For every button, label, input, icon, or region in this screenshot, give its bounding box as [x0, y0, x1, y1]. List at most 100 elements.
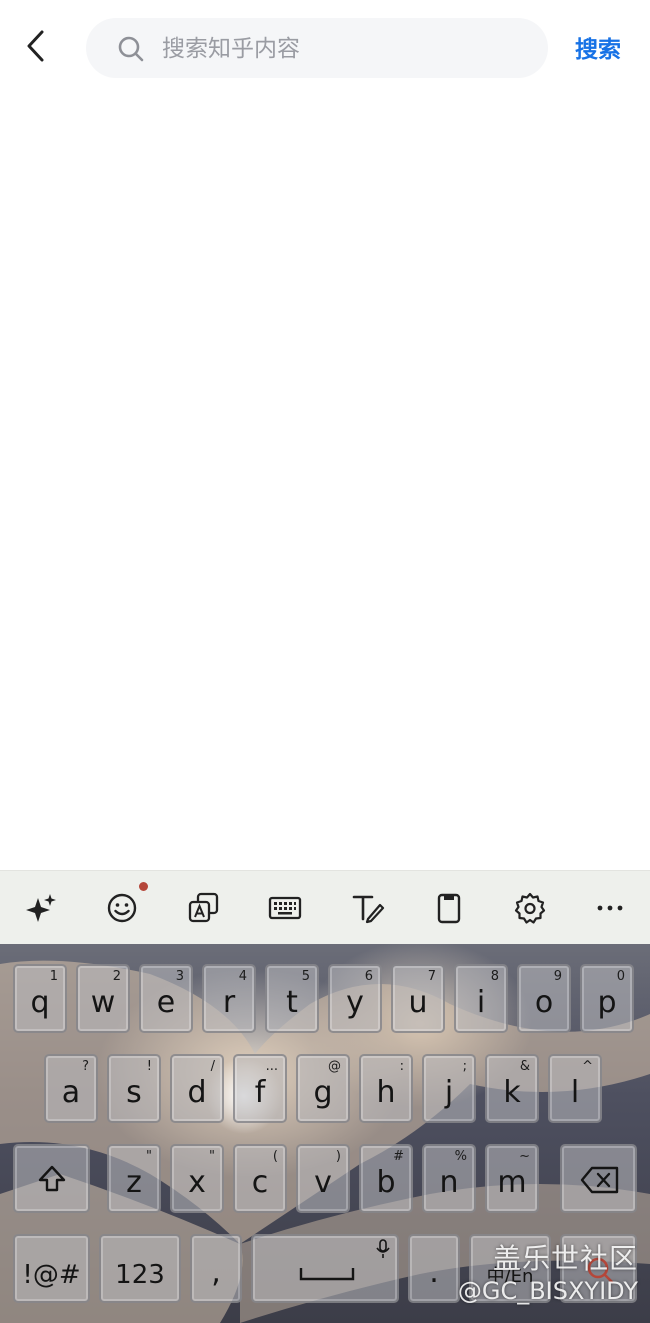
- key-c[interactable]: (c: [233, 1144, 287, 1213]
- period-key[interactable]: .: [408, 1234, 460, 1303]
- emoji-button[interactable]: [104, 890, 140, 926]
- key-hint: #: [393, 1149, 404, 1164]
- key-s[interactable]: ! s: [107, 1054, 161, 1123]
- notification-dot: [139, 882, 148, 891]
- key-label: y: [346, 985, 364, 1020]
- key-hint: 3: [175, 969, 184, 984]
- key-n[interactable]: % n: [422, 1144, 476, 1213]
- chevron-left-icon: [27, 30, 44, 62]
- search-key[interactable]: [560, 1234, 637, 1303]
- key-label: r: [222, 985, 236, 1020]
- key-label: m: [497, 1165, 527, 1200]
- text-pen-icon: [352, 895, 385, 924]
- key-q[interactable]: 1q: [13, 964, 67, 1033]
- key-hint: 7: [427, 969, 436, 984]
- key-x[interactable]: " x: [170, 1144, 224, 1213]
- key-label: j: [444, 1075, 454, 1110]
- key-label: f: [254, 1075, 266, 1110]
- key-t[interactable]: 5t: [265, 964, 319, 1033]
- key-i[interactable]: 8i: [454, 964, 508, 1033]
- key-v[interactable]: ) v: [296, 1144, 350, 1213]
- keyboard-icon: [268, 896, 302, 920]
- key-e[interactable]: 3e: [139, 964, 193, 1033]
- key-hint: 6: [364, 969, 373, 984]
- symbols-key[interactable]: !@#: [13, 1234, 90, 1303]
- key-u[interactable]: 7u: [391, 964, 445, 1033]
- key-hint: ;: [462, 1059, 467, 1074]
- key-f[interactable]: ... f: [233, 1054, 287, 1123]
- key-label: ,: [211, 1255, 221, 1290]
- key-hint: !: [146, 1059, 152, 1074]
- shift-key[interactable]: [13, 1144, 90, 1213]
- key-label: l: [570, 1075, 580, 1110]
- gear-icon: [514, 892, 546, 924]
- sparkle-icon: [26, 894, 56, 922]
- key-hint: (: [272, 1149, 278, 1164]
- key-hint: 8: [490, 969, 499, 984]
- language-switch-key[interactable]: 中/En: [469, 1234, 551, 1303]
- handwriting-button[interactable]: [350, 890, 386, 926]
- key-g[interactable]: @ g: [296, 1054, 350, 1123]
- more-button[interactable]: [592, 890, 628, 926]
- key-p[interactable]: 0p: [580, 964, 634, 1033]
- translate-button[interactable]: [186, 890, 222, 926]
- key-z[interactable]: " z: [107, 1144, 161, 1213]
- shift-arrow-icon: [38, 1165, 66, 1192]
- key-label: 123: [115, 1260, 165, 1290]
- comma-key[interactable]: ,: [190, 1234, 242, 1303]
- key-w[interactable]: 2w: [76, 964, 130, 1033]
- key-label: a: [61, 1075, 81, 1110]
- key-hint: 9: [553, 969, 562, 984]
- key-label: c: [251, 1165, 269, 1200]
- ai-sparkle-button[interactable]: [23, 890, 59, 926]
- key-label: k: [503, 1075, 521, 1110]
- keyboard-toolbar: [0, 870, 650, 945]
- search-icon: [118, 36, 144, 62]
- key-hint: @: [328, 1059, 341, 1074]
- key-y[interactable]: 6y: [328, 964, 382, 1033]
- space-bar-icon: [299, 1268, 355, 1281]
- key-h[interactable]: :h: [359, 1054, 413, 1123]
- search-icon: [587, 1257, 614, 1284]
- key-r[interactable]: 4r: [202, 964, 256, 1033]
- key-hint: :: [399, 1059, 404, 1074]
- key-b[interactable]: # b: [359, 1144, 413, 1213]
- key-hint: %: [454, 1149, 467, 1164]
- keyboard-layout-button[interactable]: [267, 890, 303, 926]
- search-input[interactable]: [160, 28, 534, 70]
- space-key[interactable]: [251, 1234, 399, 1303]
- smiley-icon: [107, 893, 137, 923]
- numbers-key[interactable]: 123: [99, 1234, 181, 1303]
- key-j[interactable]: ; j: [422, 1054, 476, 1123]
- key-hint: 2: [112, 969, 121, 984]
- key-o[interactable]: 9o: [517, 964, 571, 1033]
- key-hint: ): [335, 1149, 341, 1164]
- key-a[interactable]: ? a: [44, 1054, 98, 1123]
- key-hint: ?: [82, 1059, 89, 1074]
- key-l[interactable]: ^ l: [548, 1054, 602, 1123]
- search-button[interactable]: 搜索: [575, 30, 621, 66]
- key-k[interactable]: & k: [485, 1054, 539, 1123]
- key-label: .: [429, 1255, 439, 1290]
- key-label: t: [286, 985, 298, 1020]
- translate-icon: [188, 892, 219, 923]
- key-hint: 5: [301, 969, 310, 984]
- key-label: w: [90, 985, 116, 1020]
- backspace-icon: [580, 1166, 619, 1194]
- key-label: i: [476, 985, 486, 1020]
- settings-button[interactable]: [512, 890, 548, 926]
- key-hint: ": [209, 1149, 215, 1164]
- key-label: 中/En: [486, 1266, 534, 1287]
- microphone-icon: [376, 1239, 390, 1258]
- back-button[interactable]: [14, 24, 58, 68]
- virtual-keyboard: 1q 2w 3e 4r 5t 6y 7u 8i 9o 0p ? a ! s / d .…: [0, 944, 650, 1323]
- key-m[interactable]: ~ m: [485, 1144, 539, 1213]
- key-label: u: [408, 985, 428, 1020]
- key-d[interactable]: / d: [170, 1054, 224, 1123]
- key-label: b: [376, 1165, 396, 1200]
- key-hint: 1: [49, 969, 58, 984]
- key-label: d: [187, 1075, 207, 1110]
- search-box[interactable]: [86, 18, 548, 78]
- backspace-key[interactable]: [560, 1144, 637, 1213]
- clipboard-button[interactable]: [431, 890, 467, 926]
